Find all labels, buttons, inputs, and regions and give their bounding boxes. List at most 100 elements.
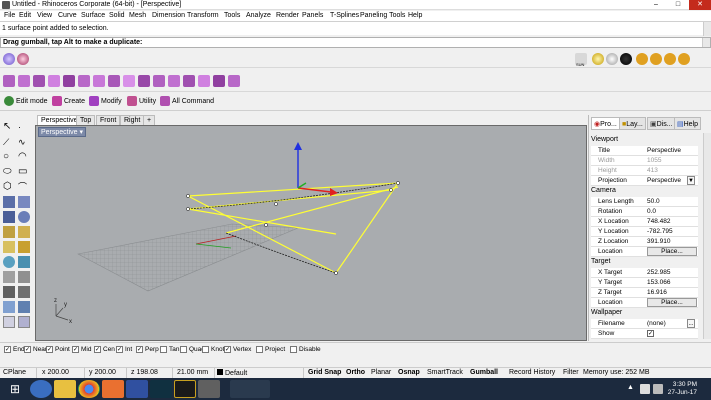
rail-revolve-icon[interactable] xyxy=(108,75,120,87)
prop-ytarget-row[interactable]: Y Target 153.066 xyxy=(591,278,698,288)
record-history-toggle[interactable]: Record History xyxy=(509,369,555,376)
join-icon[interactable] xyxy=(18,271,30,283)
gumball-y-arrow[interactable] xyxy=(297,182,307,189)
y-location-field[interactable]: -782.795 xyxy=(647,228,673,235)
osnap-near[interactable]: ✓ Near xyxy=(24,346,47,353)
menu-dimension[interactable]: Dimension xyxy=(152,12,185,19)
ortho-toggle[interactable]: Ortho xyxy=(346,369,365,376)
mesh-box-icon[interactable] xyxy=(18,241,30,253)
edit-mode-button[interactable]: Edit mode xyxy=(4,96,48,106)
tab-perspective[interactable]: Perspective xyxy=(37,115,82,125)
osnap-int[interactable]: ✓ Int xyxy=(116,346,132,353)
prop-value[interactable]: Perspective xyxy=(647,147,681,154)
menu-view[interactable]: View xyxy=(37,12,52,19)
ie-icon[interactable] xyxy=(30,380,52,398)
prop-zloc-row[interactable]: Z Location 391.910 xyxy=(591,237,698,247)
osnap-checkbox[interactable]: ✓ xyxy=(94,346,101,353)
osnap-mid[interactable]: ✓ Mid xyxy=(72,346,91,353)
gumball-toggle[interactable]: Gumball xyxy=(470,369,498,376)
x-location-field[interactable]: 748.482 xyxy=(647,218,671,225)
osnap-checkbox[interactable]: ✓ xyxy=(116,346,123,353)
select-arrow-icon[interactable]: ↖ xyxy=(3,121,15,133)
modify-button[interactable]: Modify xyxy=(89,96,122,106)
all-command-button[interactable]: All Command xyxy=(160,96,214,106)
fillet-curve-icon[interactable]: ⌒ xyxy=(18,181,30,193)
sweep2-icon[interactable] xyxy=(138,75,150,87)
patch-icon[interactable] xyxy=(153,75,165,87)
command-history-scrollbar[interactable] xyxy=(703,22,711,36)
tab-display[interactable]: ▣Dis... xyxy=(647,117,676,130)
active-window-task[interactable] xyxy=(230,380,270,398)
osnap-disable[interactable]: Disable xyxy=(290,346,321,353)
menu-file[interactable]: File xyxy=(4,12,15,19)
prop-show-row[interactable]: Show ✓ xyxy=(591,329,698,339)
osnap-tan[interactable]: Tan xyxy=(160,346,179,353)
curve-icon[interactable]: ∿ xyxy=(18,136,30,148)
properties-scrollbar[interactable] xyxy=(703,133,711,339)
utility-button[interactable]: Utility xyxy=(127,96,156,106)
globe-icon[interactable] xyxy=(3,53,15,65)
cplane-label[interactable]: CPlane xyxy=(3,369,26,376)
prop-projection-row[interactable]: Projection Perspective ▼ xyxy=(591,176,698,186)
prop-title-row[interactable]: Title Perspective xyxy=(591,146,698,156)
menu-surface[interactable]: Surface xyxy=(81,12,105,19)
command-prompt-scrollbar[interactable] xyxy=(702,38,710,47)
photoshop-icon[interactable] xyxy=(150,380,172,398)
gumball-z-arrowhead[interactable] xyxy=(294,142,302,150)
osnap-cen[interactable]: ✓ Cen xyxy=(94,346,115,353)
menu-tsplines[interactable]: T-Splines xyxy=(330,12,359,19)
tab-right[interactable]: Right xyxy=(120,115,145,125)
planar-toggle[interactable]: Planar xyxy=(371,369,391,376)
x-target-field[interactable]: 252.985 xyxy=(647,269,671,276)
mesh-icon[interactable] xyxy=(3,241,15,253)
smarttrack-toggle[interactable]: SmartTrack xyxy=(427,369,463,376)
m-render-icon[interactable] xyxy=(636,53,648,65)
osnap-checkbox[interactable]: ✓ xyxy=(24,346,31,353)
y-target-field[interactable]: 153.066 xyxy=(647,279,671,286)
chrome-icon[interactable] xyxy=(78,380,100,398)
m-material-icon[interactable] xyxy=(664,53,676,65)
prop-lens-row[interactable]: Lens Length 50.0 xyxy=(591,197,698,207)
create-button[interactable]: Create xyxy=(52,96,85,106)
menu-panels[interactable]: Panels xyxy=(302,12,323,19)
prop-ztarget-row[interactable]: Z Target 16.916 xyxy=(591,288,698,298)
command-prompt[interactable]: Drag gumball, tap Alt to make a duplicat… xyxy=(0,37,711,48)
minimize-icon[interactable]: – xyxy=(645,0,667,10)
projection-select[interactable]: Perspective xyxy=(647,177,681,184)
fillet-surface-icon[interactable] xyxy=(198,75,210,87)
osnap-point[interactable]: ✓ Point xyxy=(46,346,70,353)
tray-chevron-icon[interactable]: ▲ xyxy=(627,384,637,394)
filter-button[interactable]: Filter xyxy=(563,369,579,376)
prop-rotation-row[interactable]: Rotation 0.0 xyxy=(591,207,698,217)
osnap-checkbox[interactable] xyxy=(256,346,263,353)
trim-icon[interactable] xyxy=(18,286,30,298)
material-sphere-icon[interactable] xyxy=(17,53,29,65)
arc-icon[interactable]: ◠ xyxy=(18,151,30,163)
camera-place-button[interactable]: Place... xyxy=(647,247,697,256)
polyline-icon[interactable]: ⟋ xyxy=(3,136,15,148)
rectangle-icon[interactable]: ▭ xyxy=(18,166,30,178)
analyze-icon[interactable] xyxy=(3,316,15,328)
network-surface-icon[interactable] xyxy=(78,75,90,87)
dimension-icon[interactable] xyxy=(18,256,30,268)
prop-xloc-row[interactable]: X Location 748.482 xyxy=(591,217,698,227)
layout-icon[interactable] xyxy=(18,316,30,328)
chamfer-surface-icon[interactable] xyxy=(213,75,225,87)
osnap-checkbox[interactable]: ✓ xyxy=(224,346,231,353)
tray-volume-icon[interactable] xyxy=(653,384,663,394)
extrude-curve-icon[interactable] xyxy=(18,196,30,208)
osnap-checkbox[interactable]: ✓ xyxy=(72,346,79,353)
tab-front[interactable]: Front xyxy=(96,115,121,125)
osnap-checkbox[interactable] xyxy=(202,346,209,353)
circle-icon[interactable]: ○ xyxy=(3,151,15,163)
menu-mesh[interactable]: Mesh xyxy=(129,12,146,19)
tab-properties[interactable]: ◉Pro... xyxy=(591,117,620,130)
surface-from-points-icon[interactable] xyxy=(3,75,15,87)
tray-network-icon[interactable] xyxy=(640,384,650,394)
osnap-project[interactable]: Project xyxy=(256,346,285,353)
layer-swatch[interactable]: Default xyxy=(217,369,247,377)
osnap-toggle[interactable]: Osnap xyxy=(398,369,420,376)
browse-button[interactable]: ... xyxy=(687,319,695,328)
surface-corner-icon[interactable] xyxy=(3,196,15,208)
sphere-icon[interactable] xyxy=(18,211,30,223)
